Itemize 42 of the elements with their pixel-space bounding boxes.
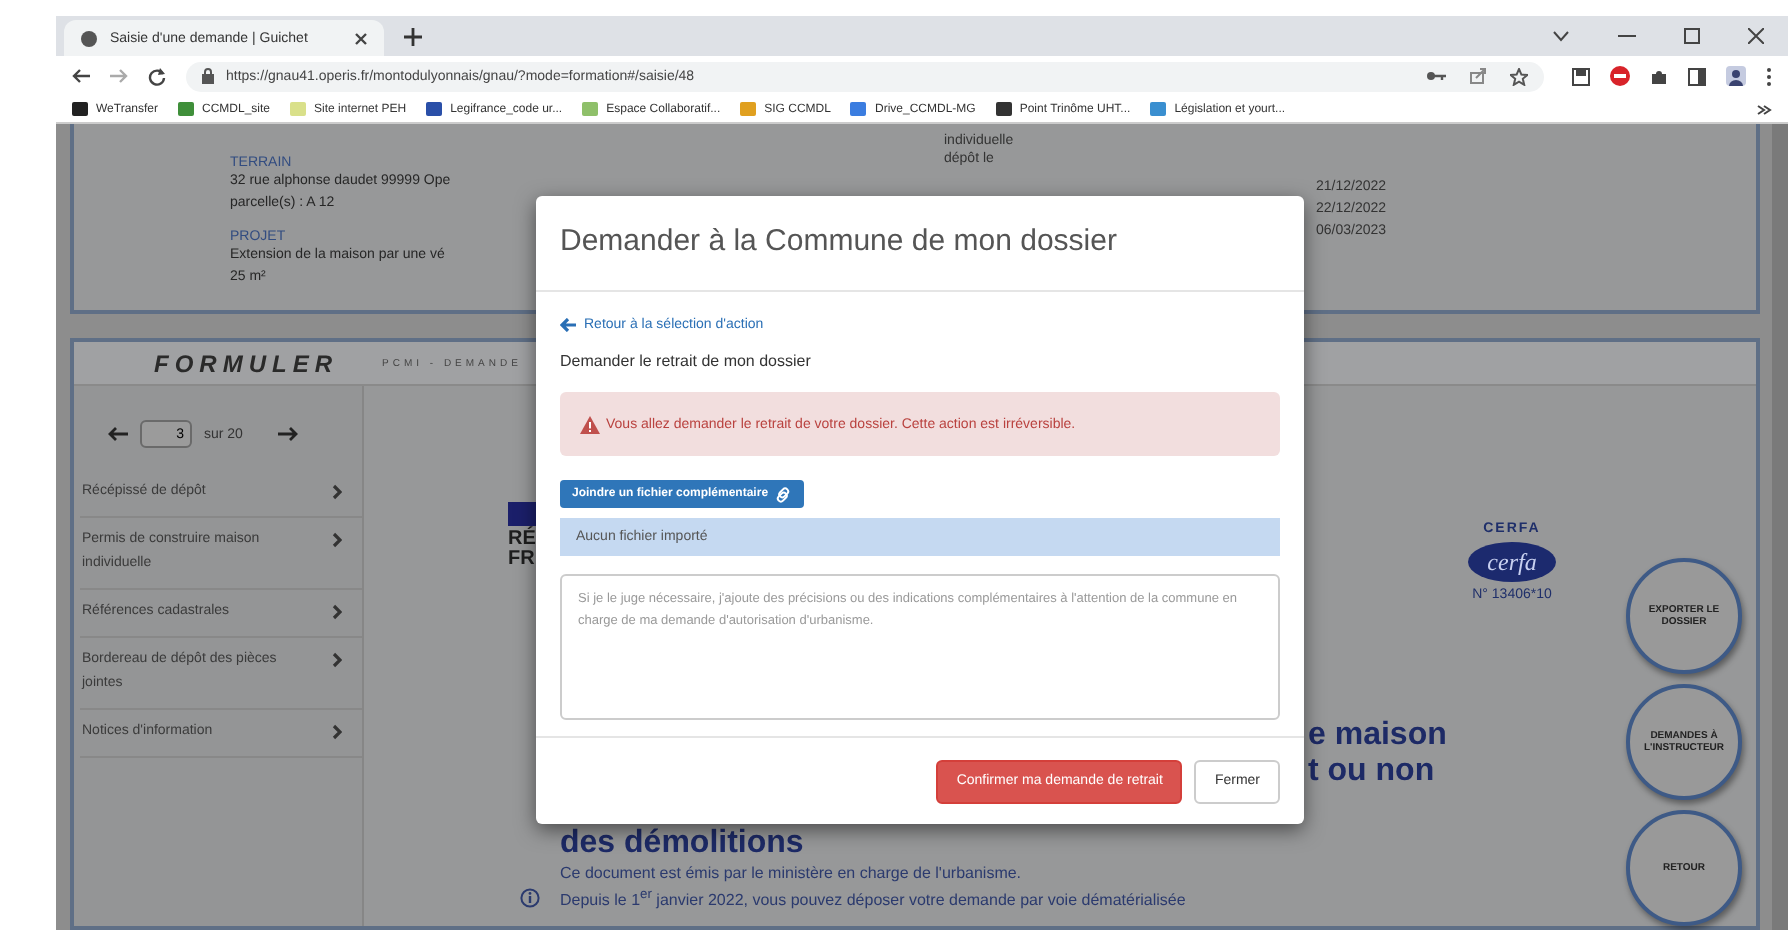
warning-icon xyxy=(580,415,600,434)
chevron-down-icon[interactable] xyxy=(1552,30,1570,42)
arrow-left-icon xyxy=(560,317,576,332)
paragraph: Depuis le 1$^{er}$ janvier 2022, vous pouvez déposer votre demande par voie dématérialisée xyxy=(560,886,1186,912)
share-icon[interactable] xyxy=(1470,68,1486,84)
next-arrow-icon[interactable] xyxy=(278,426,299,442)
close-icon[interactable] xyxy=(1748,28,1764,44)
section-title: Demander le retrait de mon dossier xyxy=(560,352,813,375)
chevron-right-icon xyxy=(332,532,342,548)
sidebar-icon[interactable] xyxy=(1688,67,1706,85)
chevron-right-icon xyxy=(332,604,342,620)
cerfa-logo: cerfa xyxy=(1468,542,1556,582)
chevron-right-icon xyxy=(332,724,342,740)
lock-icon xyxy=(202,68,214,84)
section-title: FORMULER xyxy=(154,349,338,377)
maximize-icon[interactable] xyxy=(1684,28,1700,44)
key-icon[interactable] xyxy=(1426,70,1446,82)
star-icon[interactable] xyxy=(1510,67,1528,85)
save-icon[interactable] xyxy=(1572,67,1590,85)
prev-arrow-icon[interactable] xyxy=(108,426,128,442)
link-icon xyxy=(774,485,793,504)
document-heading: t ou non xyxy=(1308,754,1437,790)
document-heading: e maison xyxy=(1308,718,1449,754)
chevron-double-icon[interactable] xyxy=(1756,103,1772,115)
plus-icon[interactable] xyxy=(404,27,422,45)
stop-sign-icon[interactable] xyxy=(1610,66,1630,86)
back-arrow-icon[interactable] xyxy=(72,68,90,84)
republic-text: RÉ xyxy=(508,530,536,550)
avatar-icon[interactable] xyxy=(1726,66,1746,86)
document-heading: des démolitions xyxy=(558,826,806,862)
republic-text: FR xyxy=(508,550,536,570)
reload-icon[interactable] xyxy=(148,67,166,85)
paragraph: Ce document est émis par le ministère en charge de l'urbanisme. xyxy=(560,862,1022,884)
scrollbar[interactable] xyxy=(1772,124,1788,930)
modal-title: Demander à la Commune de mon dossier xyxy=(536,196,1304,293)
close-icon[interactable] xyxy=(354,31,368,45)
chevron-right-icon xyxy=(332,652,342,668)
flag-bar xyxy=(508,502,536,526)
minimize-icon[interactable] xyxy=(1618,34,1636,38)
info-icon xyxy=(520,887,540,908)
menu-icon[interactable] xyxy=(1766,67,1772,85)
chevron-right-icon xyxy=(332,484,342,500)
